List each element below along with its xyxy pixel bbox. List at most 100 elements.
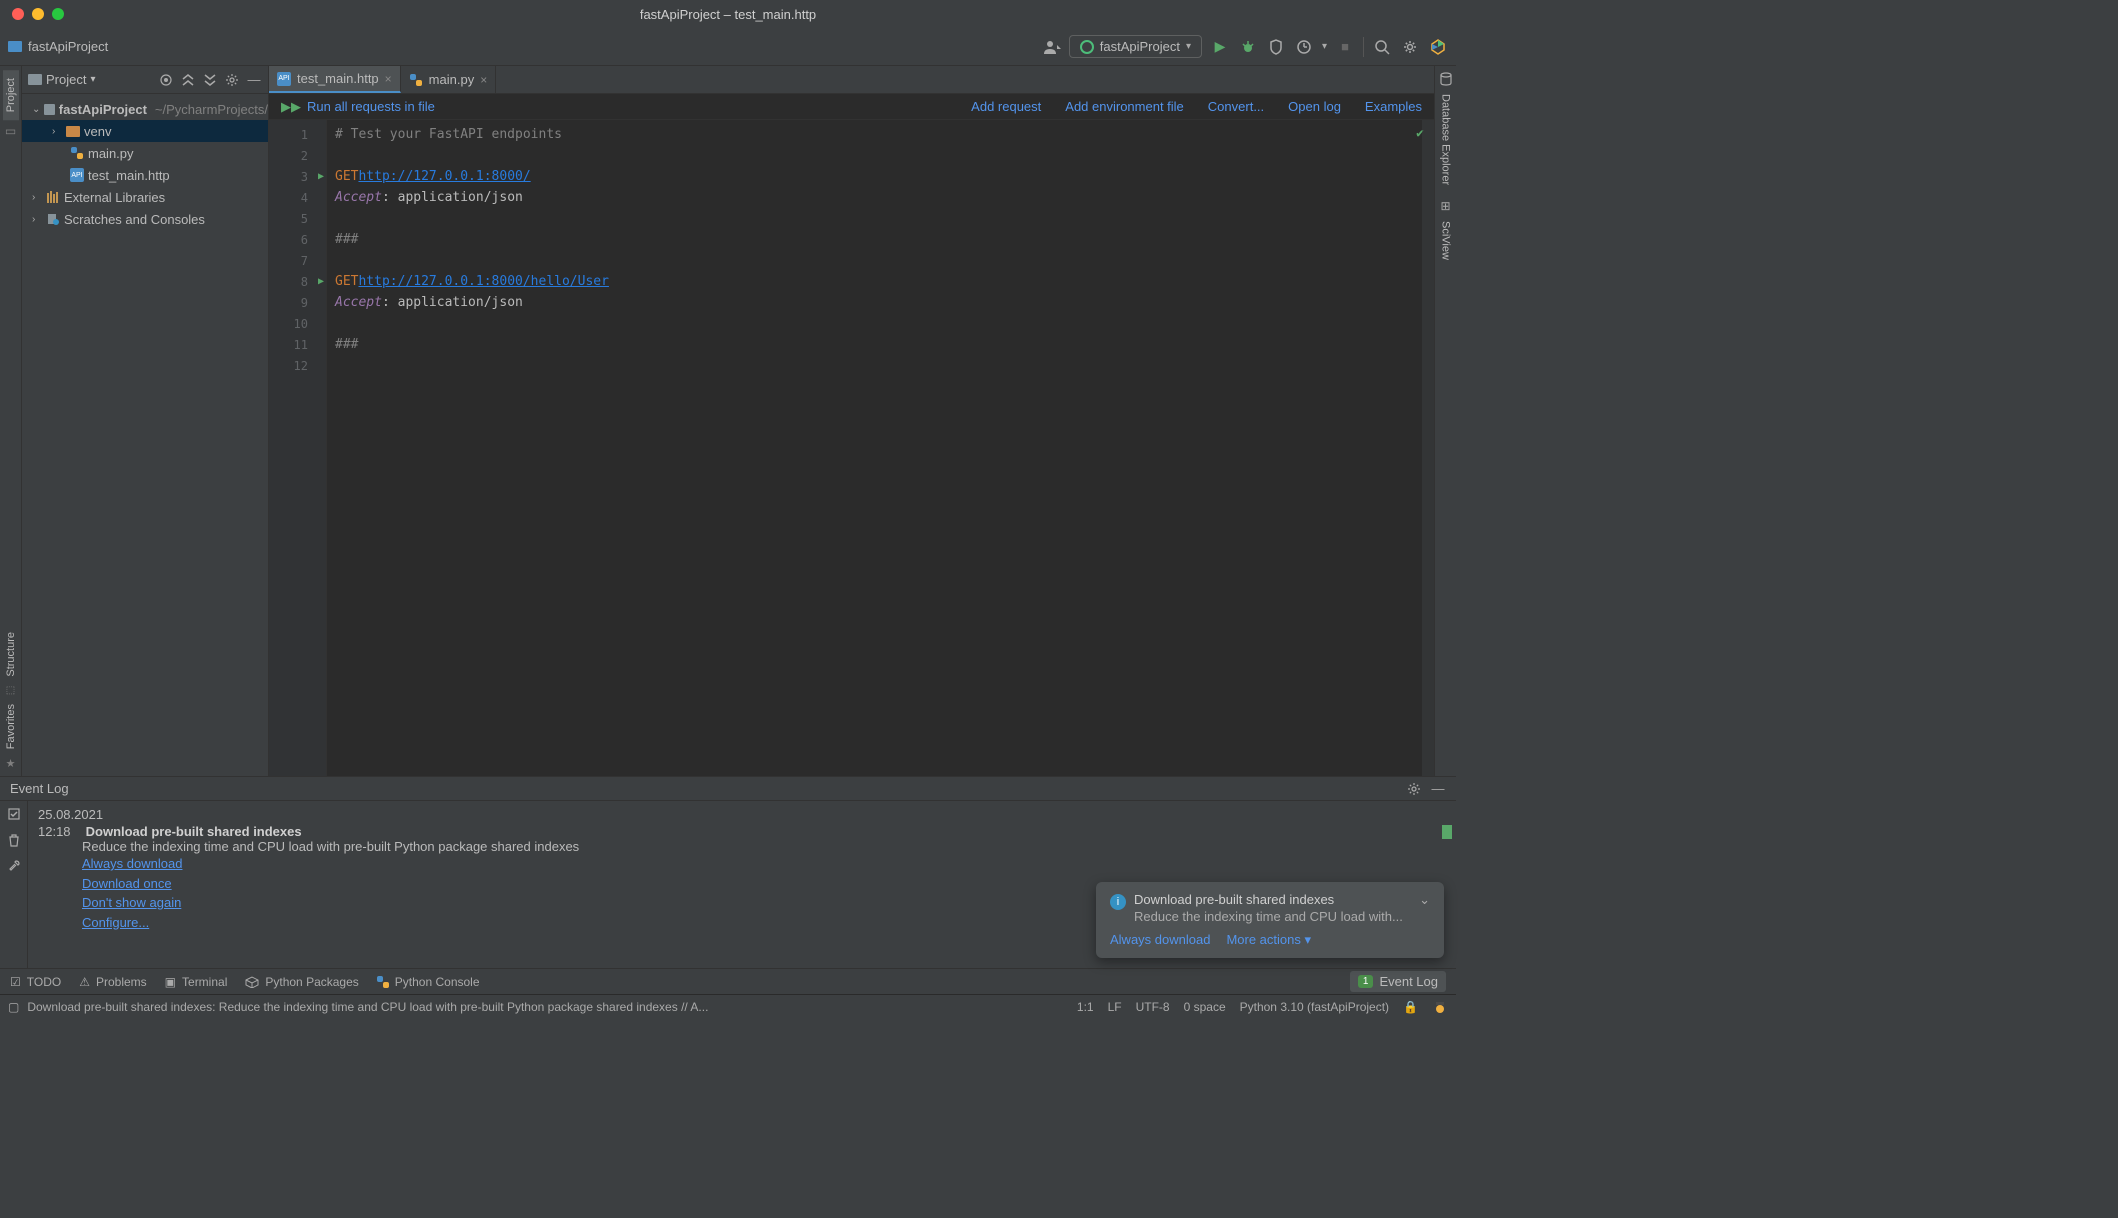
- chevron-down-icon[interactable]: ▾: [1322, 41, 1327, 52]
- status-bar: ▢ Download pre-built shared indexes: Red…: [0, 994, 1456, 1018]
- run-request-icon[interactable]: ▶: [318, 171, 324, 182]
- indent-settings[interactable]: 0 space: [1184, 1000, 1226, 1014]
- hide-panel-icon[interactable]: —: [1430, 781, 1446, 797]
- debug-button[interactable]: [1238, 37, 1258, 57]
- line-separator[interactable]: LF: [1108, 1000, 1122, 1014]
- code-editor[interactable]: # Test your FastAPI endpoints GET http:/…: [327, 120, 1434, 776]
- python-interpreter[interactable]: Python 3.10 (fastApiProject): [1240, 1000, 1389, 1014]
- chevron-right-icon[interactable]: ›: [32, 192, 42, 203]
- packages-icon: [245, 976, 259, 988]
- maximize-window-button[interactable]: [52, 8, 64, 20]
- editor-content[interactable]: 1 2 3▶ 4 5 6 7 8▶ 9 10 11 12 # Test your…: [269, 120, 1434, 776]
- notification-popup: i Download pre-built shared indexes Redu…: [1096, 882, 1444, 958]
- settings-icon[interactable]: [1400, 37, 1420, 57]
- gear-icon[interactable]: [1406, 781, 1422, 797]
- chevron-down-icon[interactable]: ⌄: [32, 104, 40, 115]
- file-encoding[interactable]: UTF-8: [1136, 1000, 1170, 1014]
- favorites-tool-tab[interactable]: Favorites: [3, 696, 19, 757]
- hide-panel-icon[interactable]: —: [246, 72, 262, 88]
- tree-item-venv[interactable]: › venv: [22, 120, 268, 142]
- collapse-all-icon[interactable]: [202, 72, 218, 88]
- tree-item-testmain[interactable]: API test_main.http: [22, 164, 268, 186]
- caret-position[interactable]: 1:1: [1077, 1000, 1094, 1014]
- gear-icon[interactable]: [224, 72, 240, 88]
- stop-button: ■: [1335, 37, 1355, 57]
- tree-item-extlibs[interactable]: › External Libraries: [22, 186, 268, 208]
- expand-all-icon[interactable]: [180, 72, 196, 88]
- open-log-button[interactable]: Open log: [1288, 99, 1341, 114]
- chevron-down-icon[interactable]: ▾: [90, 74, 95, 85]
- tree-item-mainpy[interactable]: main.py: [22, 142, 268, 164]
- add-environment-button[interactable]: Add environment file: [1065, 99, 1184, 114]
- todo-tool-button[interactable]: ☑ TODO: [10, 975, 61, 989]
- run-button[interactable]: ▶: [1210, 37, 1230, 57]
- notification-more-actions[interactable]: More actions ▾: [1226, 932, 1311, 948]
- editor-tab-testmain[interactable]: API test_main.http ×: [269, 66, 401, 93]
- python-console-tool-button[interactable]: Python Console: [377, 975, 480, 989]
- profile-button[interactable]: [1294, 37, 1314, 57]
- trash-icon[interactable]: [7, 833, 21, 847]
- hector-icon[interactable]: [1432, 999, 1448, 1015]
- request-separator: ###: [335, 232, 358, 247]
- breadcrumb[interactable]: fastApiProject: [8, 39, 108, 54]
- chevron-down-icon[interactable]: ⌄: [1419, 892, 1430, 908]
- problems-tool-button[interactable]: ⚠ Problems: [79, 975, 146, 989]
- tool-window-layout-icon[interactable]: ▢: [8, 1000, 19, 1014]
- library-icon: [46, 191, 60, 203]
- select-opened-file-icon[interactable]: [158, 72, 174, 88]
- http-header-name: Accept: [335, 295, 382, 310]
- scrollbar[interactable]: [1422, 120, 1434, 776]
- tab-label: main.py: [429, 72, 475, 87]
- http-method: GET: [335, 169, 358, 184]
- tree-label: venv: [84, 124, 111, 139]
- tree-item-scratches[interactable]: › Scratches and Consoles: [22, 208, 268, 230]
- gutter[interactable]: 1 2 3▶ 4 5 6 7 8▶ 9 10 11 12: [269, 120, 327, 776]
- chevron-right-icon[interactable]: ›: [32, 214, 42, 225]
- examples-button[interactable]: Examples: [1365, 99, 1422, 114]
- terminal-tool-button[interactable]: ▣ Terminal: [165, 975, 228, 989]
- lock-icon[interactable]: 🔒: [1403, 1000, 1418, 1014]
- tree-root[interactable]: ⌄ fastApiProject ~/PycharmProjects/: [22, 98, 268, 120]
- event-badge: 1: [1358, 975, 1374, 988]
- notification-title: Download pre-built shared indexes: [1134, 892, 1411, 907]
- search-icon[interactable]: [1372, 37, 1392, 57]
- close-tab-icon[interactable]: ×: [385, 72, 392, 86]
- event-log-side-toolbar: [0, 801, 28, 968]
- notification-always-download[interactable]: Always download: [1110, 932, 1210, 948]
- tree-root-path: ~/PycharmProjects/: [155, 102, 268, 117]
- close-tab-icon[interactable]: ×: [480, 73, 487, 87]
- sciview-tab[interactable]: SciView: [1438, 213, 1454, 268]
- code-with-me-icon[interactable]: [1428, 37, 1448, 57]
- code-comment: # Test your FastAPI endpoints: [335, 127, 562, 142]
- http-header-name: Accept: [335, 190, 382, 205]
- structure-tool-tab[interactable]: Structure: [3, 624, 19, 685]
- event-log-content[interactable]: 25.08.2021 12:18 Download pre-built shar…: [28, 801, 1456, 968]
- tree-root-name: fastApiProject: [59, 102, 147, 117]
- always-download-link[interactable]: Always download: [82, 854, 1446, 874]
- event-log-tool-button[interactable]: 1 Event Log: [1350, 971, 1446, 992]
- close-window-button[interactable]: [12, 8, 24, 20]
- wrench-icon[interactable]: [7, 859, 21, 873]
- mark-read-icon[interactable]: [7, 807, 21, 821]
- user-icon[interactable]: [1043, 39, 1061, 55]
- run-all-requests-button[interactable]: ▶▶ Run all requests in file: [281, 99, 435, 115]
- project-tool-tab[interactable]: Project: [3, 70, 19, 120]
- breadcrumb-project: fastApiProject: [28, 39, 108, 54]
- coverage-button[interactable]: [1266, 37, 1286, 57]
- database-explorer-tab[interactable]: Database Explorer: [1438, 86, 1454, 193]
- run-request-icon[interactable]: ▶: [318, 276, 324, 287]
- folder-icon: [44, 104, 54, 115]
- project-tree[interactable]: ⌄ fastApiProject ~/PycharmProjects/ › ve…: [22, 94, 268, 776]
- chevron-right-icon[interactable]: ›: [52, 126, 62, 137]
- editor-tab-mainpy[interactable]: main.py ×: [401, 66, 497, 93]
- titlebar: fastApiProject – test_main.http: [0, 0, 1456, 28]
- project-panel-title[interactable]: Project: [46, 72, 86, 87]
- add-request-button[interactable]: Add request: [971, 99, 1041, 114]
- status-message: Download pre-built shared indexes: Reduc…: [27, 1000, 708, 1014]
- minimize-window-button[interactable]: [32, 8, 44, 20]
- run-configuration-selector[interactable]: fastApiProject ▾: [1069, 35, 1202, 58]
- python-packages-tool-button[interactable]: Python Packages: [245, 975, 358, 989]
- convert-button[interactable]: Convert...: [1208, 99, 1264, 114]
- bookmark-icon[interactable]: ▭: [5, 124, 16, 138]
- project-view-icon: [28, 74, 42, 85]
